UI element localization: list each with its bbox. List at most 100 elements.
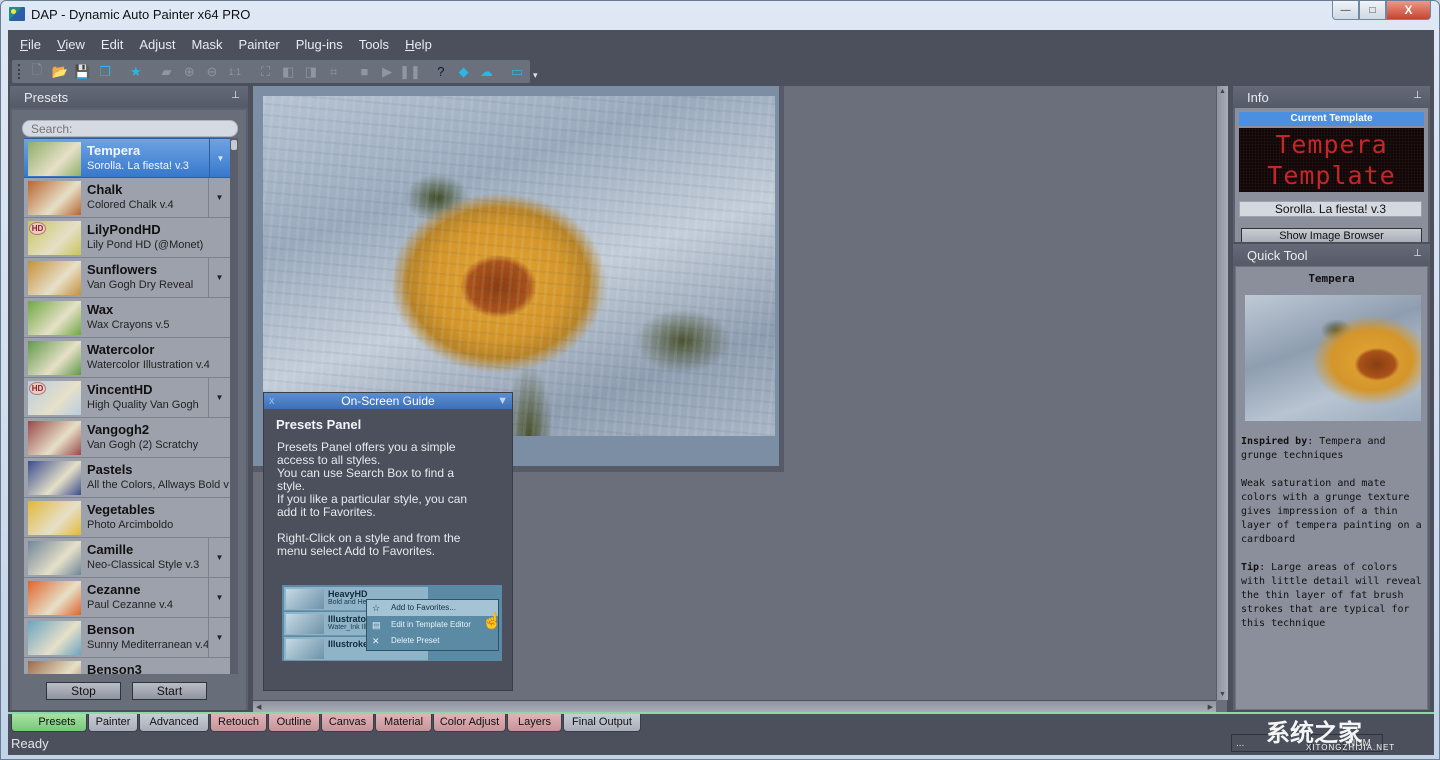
preset-item[interactable]: Vegetables Photo Arcimboldo xyxy=(24,498,230,538)
quick-tool-header: Quick Tool ⊥ xyxy=(1233,244,1430,266)
maximize-button[interactable]: □ xyxy=(1359,1,1386,20)
preset-name: LilyPondHD xyxy=(87,222,161,237)
guide-collapse-icon[interactable]: ▼ xyxy=(497,393,508,409)
preset-dropdown-chevron-icon[interactable]: ▼ xyxy=(208,258,230,297)
preset-dropdown-chevron-icon[interactable]: ▼ xyxy=(208,538,230,577)
menu-edit[interactable]: Edit xyxy=(101,37,123,52)
zoom-out-icon[interactable]: ⊖ xyxy=(202,63,222,81)
scroll-down-arrow-icon[interactable]: ▼ xyxy=(1219,691,1226,698)
tab-advanced[interactable]: Advanced xyxy=(139,714,209,732)
preset-dropdown-chevron-icon[interactable]: ▼ xyxy=(209,139,230,178)
preset-subtitle: All the Colors, Allways Bold v xyxy=(87,479,229,491)
scroll-left-arrow-icon[interactable]: ◀ xyxy=(256,703,261,711)
menu-help[interactable]: Help xyxy=(405,37,432,52)
tab-presets[interactable]: Presets xyxy=(11,714,87,732)
download-cloud-icon[interactable]: ☁ xyxy=(476,63,496,81)
tab-final-output[interactable]: Final Output xyxy=(563,714,641,732)
show-image-browser-button[interactable]: Show Image Browser xyxy=(1241,228,1422,242)
preset-dropdown-chevron-icon[interactable]: ▼ xyxy=(208,178,230,217)
save-icon[interactable]: 💾 xyxy=(72,63,92,81)
preset-item[interactable]: HD VincentHD High Quality Van Gogh ▼ xyxy=(24,378,230,418)
minimize-button[interactable]: — xyxy=(1332,1,1359,20)
resize-icon[interactable]: ◧ xyxy=(278,63,298,81)
preset-item[interactable]: Cezanne Paul Cezanne v.4 ▼ xyxy=(24,578,230,618)
favorites-star-icon[interactable]: ★ xyxy=(126,63,146,81)
start-button[interactable]: Start xyxy=(132,682,207,700)
guide-header[interactable]: x On-Screen Guide ▼ xyxy=(264,393,512,409)
fit-window-icon[interactable]: ⛶ xyxy=(256,63,276,81)
preset-item[interactable]: Benson3 xyxy=(24,658,230,674)
title-bar[interactable]: DAP - Dynamic Auto Painter x64 PRO — □ X xyxy=(1,1,1439,29)
pause-icon[interactable]: ❚❚ xyxy=(399,63,421,81)
hand-cursor-icon: ☝ xyxy=(482,613,502,630)
preset-thumbnail xyxy=(28,261,81,295)
preset-item[interactable]: Chalk Colored Chalk v.4 ▼ xyxy=(24,178,230,218)
menu-painter[interactable]: Painter xyxy=(239,37,280,52)
tab-retouch[interactable]: Retouch xyxy=(210,714,267,732)
toolbar-grip-handle[interactable] xyxy=(18,64,21,79)
preset-search-input[interactable] xyxy=(22,120,238,137)
preset-list: Tempera Sorolla. La fiesta! v.3 ▼ Chalk Colo… xyxy=(24,138,230,674)
canvas-vertical-scrollbar[interactable]: ▲ ▼ xyxy=(1216,86,1228,700)
menu-view[interactable]: View xyxy=(57,37,85,52)
help-icon[interactable]: ? xyxy=(431,63,451,81)
preset-item[interactable]: Vangogh2 Van Gogh (2) Scratchy xyxy=(24,418,230,458)
menu-plugins[interactable]: Plug-ins xyxy=(296,37,343,52)
scroll-up-arrow-icon[interactable]: ▲ xyxy=(1219,88,1226,95)
menu-adjust[interactable]: Adjust xyxy=(139,37,175,52)
preset-dropdown-chevron-icon[interactable]: ▼ xyxy=(208,618,230,657)
tab-layers[interactable]: Layers xyxy=(507,714,562,732)
close-button[interactable]: X xyxy=(1386,1,1431,20)
menu-tools[interactable]: Tools xyxy=(359,37,389,52)
menu-mask[interactable]: Mask xyxy=(191,37,222,52)
tab-color-adjust[interactable]: Color Adjust xyxy=(433,714,506,732)
guide-header-title: On-Screen Guide xyxy=(341,394,435,408)
scrollbar-thumb[interactable] xyxy=(231,140,237,150)
manual-book-icon[interactable]: ◆ xyxy=(454,63,474,81)
pin-icon[interactable]: ⊥ xyxy=(1413,90,1422,101)
new-file-icon[interactable]: 🗋 xyxy=(27,62,47,81)
actual-size-icon[interactable]: 1:1 xyxy=(225,63,245,81)
preset-name: Vegetables xyxy=(87,502,155,517)
pin-icon[interactable]: ⊥ xyxy=(231,90,240,101)
preset-item[interactable]: Pastels All the Colors, Allways Bold v xyxy=(24,458,230,498)
guide-close-icon[interactable]: x xyxy=(269,393,275,409)
zoom-in-icon[interactable]: ⊕ xyxy=(179,63,199,81)
menu-file[interactable]: File xyxy=(20,37,41,52)
preset-item[interactable]: Camille Neo-Classical Style v.3 ▼ xyxy=(24,538,230,578)
preset-item[interactable]: Watercolor Watercolor Illustration v.4 xyxy=(24,338,230,378)
tab-outline[interactable]: Outline xyxy=(268,714,320,732)
guide-illustration: HeavyHD Bold and He Illustrator Water_In… xyxy=(282,585,502,661)
scroll-right-arrow-icon[interactable]: ▶ xyxy=(1208,703,1213,711)
preset-item[interactable]: Sunflowers Van Gogh Dry Reveal ▼ xyxy=(24,258,230,298)
canvas-horizontal-scrollbar[interactable]: ◀ ▶ xyxy=(253,700,1216,712)
preset-item[interactable]: HD LilyPondHD Lily Pond HD (@Monet) xyxy=(24,218,230,258)
toolbar-overflow-chevron-icon[interactable]: ▾ xyxy=(533,70,538,81)
screen-mode-icon[interactable]: ▭ xyxy=(507,63,527,81)
play-icon[interactable]: ▶ xyxy=(377,63,397,81)
canvas-size-icon[interactable]: ◨ xyxy=(301,63,321,81)
tip-text: : Large areas of colors with little deta… xyxy=(1241,562,1422,629)
painted-canvas-image[interactable] xyxy=(263,96,775,436)
pin-icon[interactable]: ⊥ xyxy=(1413,248,1422,259)
tab-material[interactable]: Material xyxy=(375,714,432,732)
preset-list-scrollbar[interactable] xyxy=(230,138,238,674)
stop-button[interactable]: Stop xyxy=(46,682,121,700)
crop-icon[interactable]: ⌗ xyxy=(324,63,344,81)
preset-dropdown-chevron-icon[interactable]: ▼ xyxy=(208,378,230,417)
preset-name: Vangogh2 xyxy=(87,422,150,437)
open-folder-icon[interactable]: 📂 xyxy=(50,63,70,81)
preset-dropdown-chevron-icon[interactable]: ▼ xyxy=(208,578,230,617)
preset-item[interactable]: Wax Wax Crayons v.5 xyxy=(24,298,230,338)
open-image-icon[interactable]: ▰ xyxy=(157,63,177,81)
tab-painter[interactable]: Painter xyxy=(88,714,138,732)
stop-icon[interactable]: ■ xyxy=(355,63,375,81)
save-as-icon[interactable]: ❐ xyxy=(95,63,115,81)
info-panel-body: Current Template Tempera Template Soroll… xyxy=(1235,108,1428,242)
tab-canvas[interactable]: Canvas xyxy=(321,714,374,732)
preset-item[interactable]: Tempera Sorolla. La fiesta! v.3 ▼ xyxy=(24,138,230,178)
star-icon: ☆ xyxy=(372,603,381,613)
client-area: File View Edit Adjust Mask Painter Plug-ins Too… xyxy=(8,30,1434,755)
preset-item[interactable]: Benson Sunny Mediterranean v.4 ▼ xyxy=(24,618,230,658)
hd-badge: HD xyxy=(29,382,46,395)
